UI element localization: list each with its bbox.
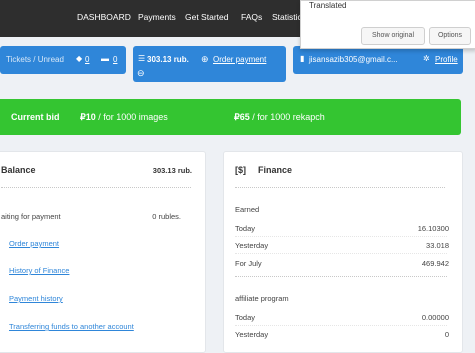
earned-yesterday-label: Yesterday — [235, 241, 269, 250]
divider — [235, 236, 447, 237]
order-payment-link[interactable]: Order payment — [213, 55, 266, 64]
translate-popup: Translated Show original Options — [300, 0, 475, 49]
add-circle-icon: ⊕ — [201, 54, 209, 64]
translate-popup-title: Translated — [309, 1, 347, 10]
bid-rate-rekapch: ₽65 / for 1000 rekapch — [234, 112, 325, 122]
earned-today-value: 16.10300 — [417, 224, 449, 233]
earned-label: Earned — [235, 205, 260, 214]
affiliate-program-label: affiliate program — [235, 294, 289, 303]
remove-circle-icon[interactable]: ⊖ — [137, 68, 145, 79]
waiting-for-payment-value: 0 rubles. — [152, 212, 181, 221]
divider — [235, 325, 447, 326]
wallet-icon: ☰ — [138, 54, 146, 63]
current-bid-bar: Current bid ₽10 / for 1000 images ₽65 / … — [0, 99, 461, 135]
account-pill: ▮ jisansazib305@gmail.c... ✲ Profile — [293, 46, 463, 74]
balance-card-title: Balance — [1, 165, 36, 175]
affiliate-yesterday-value: 0 — [444, 330, 449, 339]
balance-value: 303.13 rub. — [147, 55, 189, 64]
divider — [235, 253, 447, 254]
balance-card-amount: 303.13 rub. — [152, 166, 192, 175]
order-payment-link[interactable]: Order payment — [9, 239, 59, 248]
earned-month-value: 469.942 — [421, 259, 449, 268]
options-button[interactable]: Options — [429, 27, 471, 45]
nav-faqs[interactable]: FAQs — [241, 12, 262, 22]
user-icon: ▮ — [300, 54, 305, 63]
info-bar: Tickets / Unread ◆ 0 ▬ 0 ☰ 303.13 rub. ⊕… — [0, 46, 475, 84]
gear-icon: ✲ — [423, 54, 430, 63]
current-bid-label: Current bid — [11, 112, 60, 122]
tickets-count-link[interactable]: 0 — [85, 55, 89, 64]
payment-history-link[interactable]: Payment history — [9, 294, 63, 303]
bid-rate-images: ₽10 / for 1000 images — [80, 112, 168, 122]
nav-get-started[interactable]: Get Started — [185, 12, 228, 22]
waiting-for-payment-label: aiting for payment — [1, 212, 61, 221]
earned-month-label: For July — [235, 259, 262, 268]
earned-today-label: Today — [235, 224, 256, 233]
finance-card-title: Finance — [258, 165, 293, 175]
tickets-icon: ◆ — [76, 54, 83, 63]
finance-card: [$] Finance Earned Today 16.10300 Yester… — [223, 151, 463, 353]
finance-icon: [$] — [235, 165, 246, 175]
nav-dashboard[interactable]: DASHBOARD — [77, 12, 131, 22]
balance-card: Balance 303.13 rub. aiting for payment 0… — [0, 151, 206, 353]
tickets-label: Tickets / Unread — [6, 55, 64, 64]
balance-pill: ☰ 303.13 rub. ⊕ Order payment ⊖ — [133, 46, 286, 82]
nav-payments[interactable]: Payments — [138, 12, 176, 22]
tickets-pill: Tickets / Unread ◆ 0 ▬ 0 — [0, 46, 126, 74]
profile-link[interactable]: Profile — [435, 55, 458, 64]
account-email: jisansazib305@gmail.c... — [309, 55, 398, 64]
earned-yesterday-value: 33.018 — [426, 241, 449, 250]
divider — [235, 276, 447, 277]
chat-icon: ▬ — [101, 54, 109, 63]
history-of-finance-link[interactable]: History of Finance — [9, 266, 69, 275]
show-original-button[interactable]: Show original — [361, 27, 425, 45]
divider — [235, 187, 445, 188]
affiliate-yesterday-label: Yesterday — [235, 330, 269, 339]
affiliate-today-label: Today — [235, 313, 256, 322]
divider — [1, 187, 191, 188]
transfer-funds-link[interactable]: Transferring funds to another account — [9, 322, 134, 331]
unread-count-link[interactable]: 0 — [113, 55, 117, 64]
affiliate-today-value: 0.00000 — [421, 313, 449, 322]
